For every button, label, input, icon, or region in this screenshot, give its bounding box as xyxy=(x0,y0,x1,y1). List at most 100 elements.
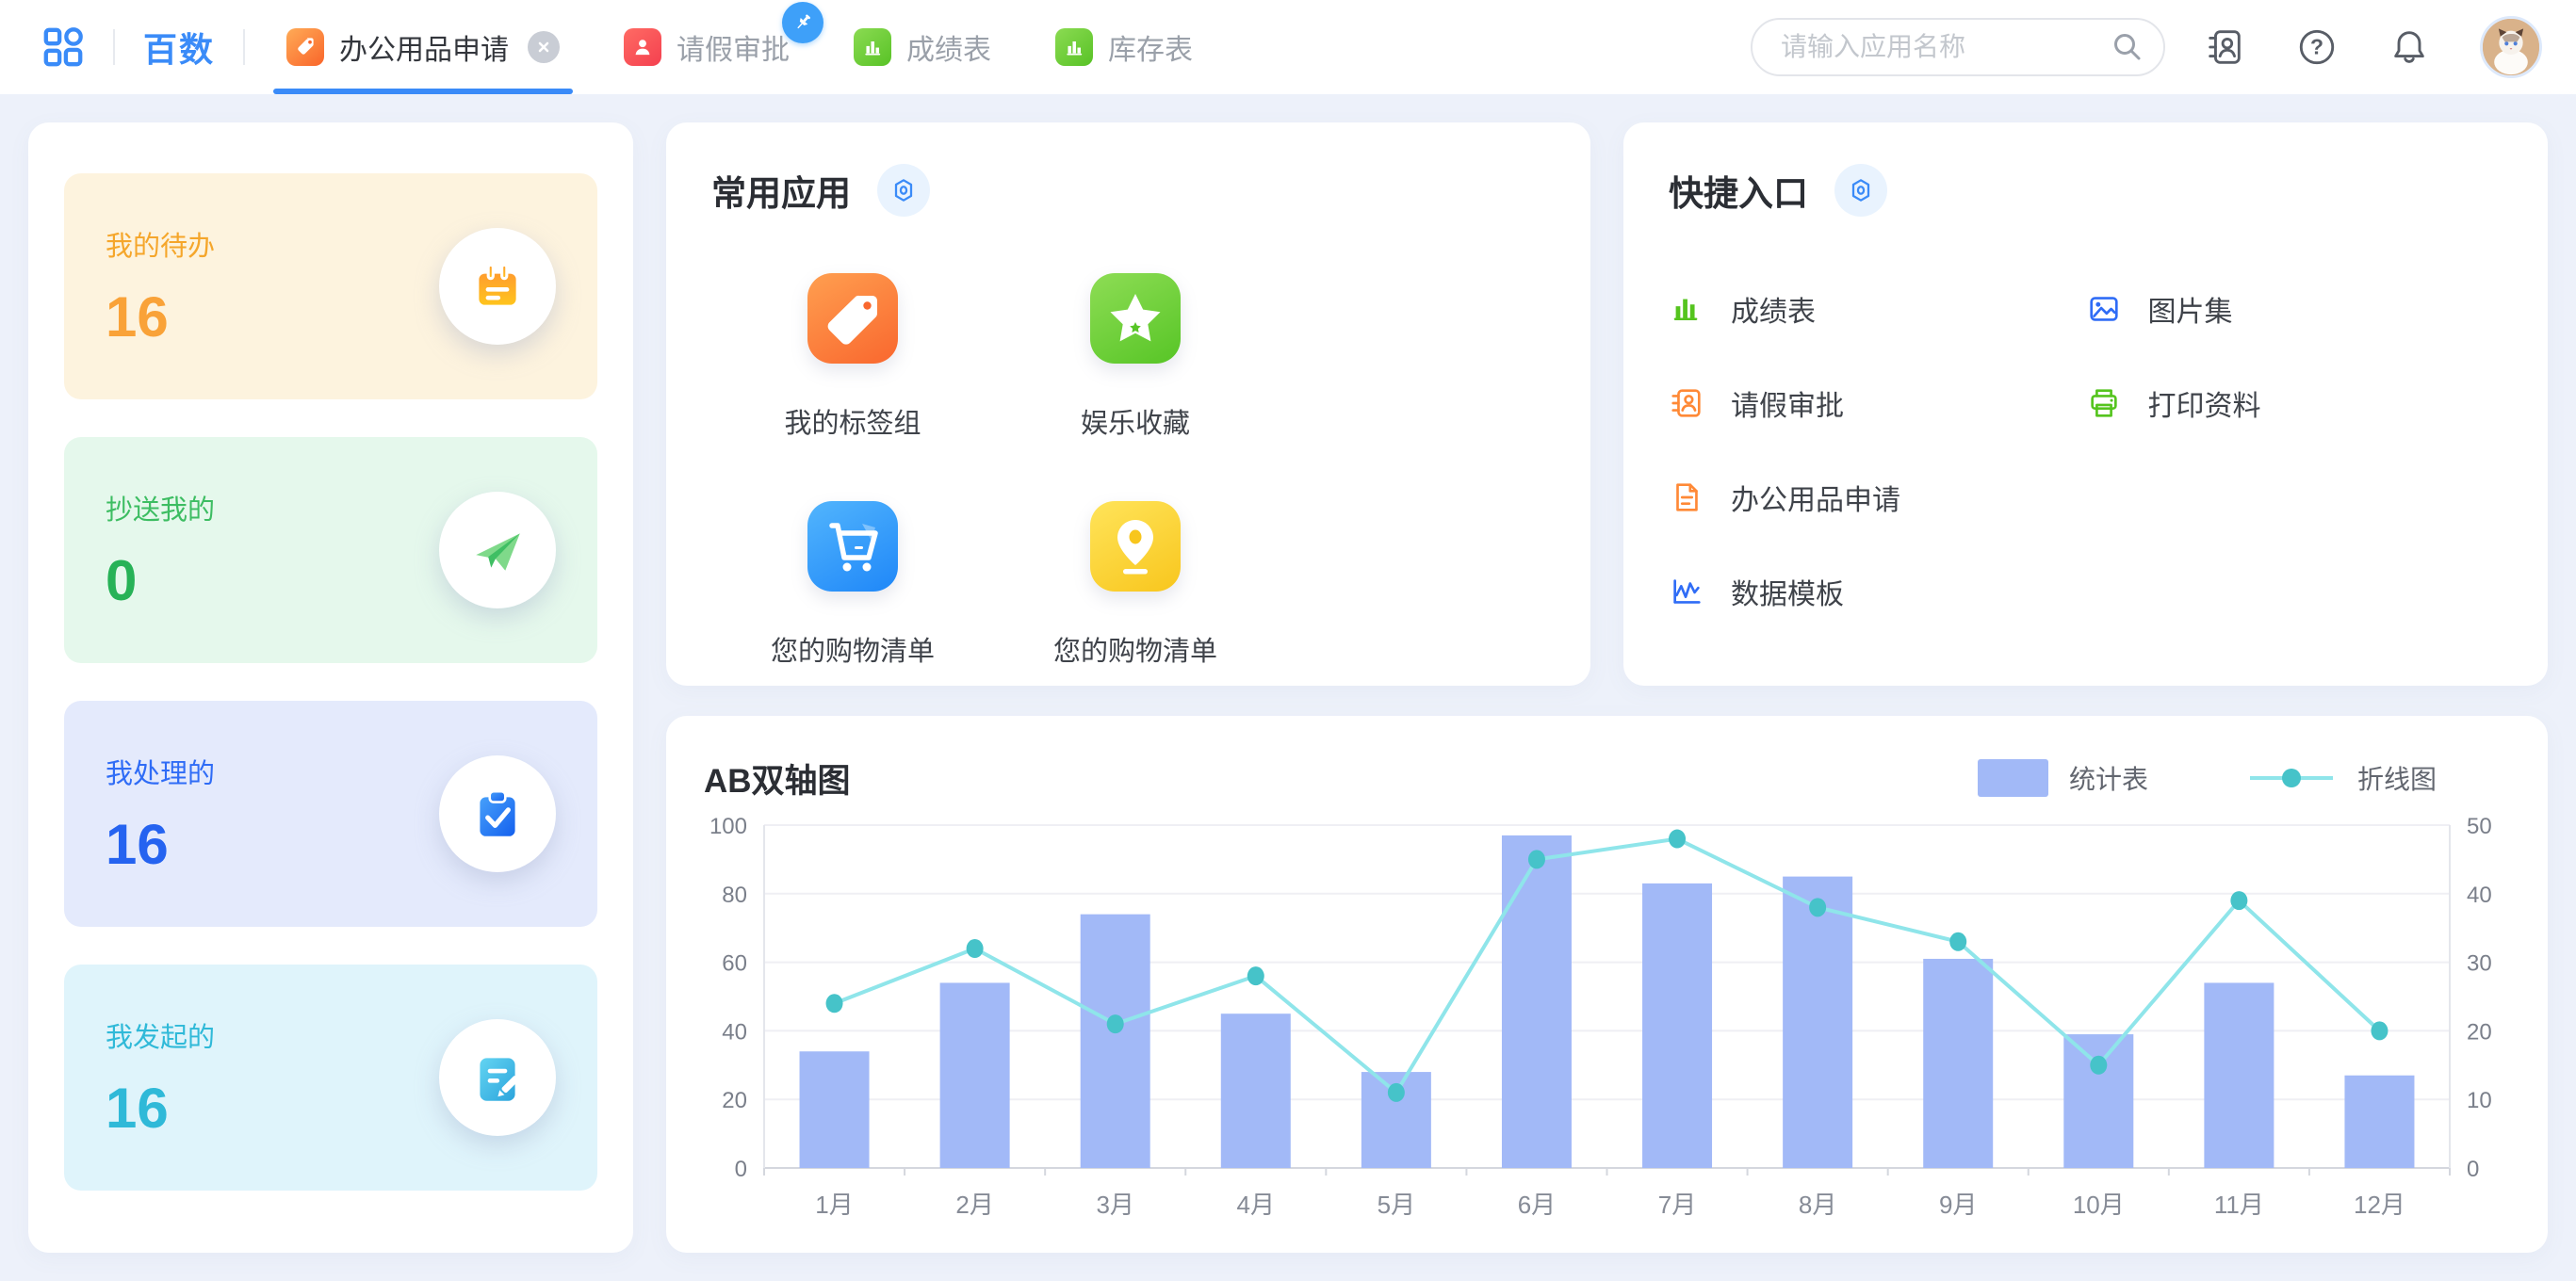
stat-label: 我发起的 xyxy=(106,1015,215,1055)
quick-entry-label: 打印资料 xyxy=(2148,382,2261,424)
quick-entry-label: 办公用品申请 xyxy=(1731,477,1900,518)
svg-text:3月: 3月 xyxy=(1096,1191,1133,1219)
quick-entry-image-gallery[interactable]: 图片集 xyxy=(2086,262,2503,356)
svg-text:10: 10 xyxy=(2467,1088,2492,1113)
stat-value: 16 xyxy=(106,812,215,877)
chart-legend: 统计表 折线图 xyxy=(1978,759,2437,797)
tag-icon xyxy=(807,273,898,364)
close-icon[interactable] xyxy=(528,31,560,63)
app-label: 您的购物清单 xyxy=(1053,629,1217,669)
app-entertainment-favorites[interactable]: 娱乐收藏 xyxy=(994,273,1277,441)
svg-text:9月: 9月 xyxy=(1939,1191,1977,1219)
notifications-bell-icon[interactable] xyxy=(2388,25,2431,69)
settings-gear-icon[interactable] xyxy=(1834,164,1887,217)
svg-text:8月: 8月 xyxy=(1799,1191,1836,1219)
quick-entry-column-left: 成绩表 请假审批 办公用品申请 数据模板 xyxy=(1669,262,2086,639)
stat-label: 我的待办 xyxy=(106,224,215,264)
quick-entry-header: 快捷入口 xyxy=(1669,164,2503,217)
quick-entry-label: 请假审批 xyxy=(1731,382,1844,424)
leave-approval-icon xyxy=(1669,385,1704,421)
common-apps-header: 常用应用 xyxy=(711,164,1545,217)
dual-axis-chart: 020406080100010203040501月2月3月4月5月6月7月8月9… xyxy=(704,808,2510,1234)
svg-text:20: 20 xyxy=(2467,1019,2492,1045)
tab-bar: 办公用品申请 请假审批 成绩表 库存表 xyxy=(273,0,1244,94)
legend-bar-series[interactable]: 统计表 xyxy=(1978,759,2148,797)
quick-entry-label: 图片集 xyxy=(2148,288,2233,330)
person-icon xyxy=(624,28,661,66)
svg-text:?: ? xyxy=(2310,35,2323,59)
chart-header: AB双轴图 统计表 折线图 xyxy=(704,748,2510,808)
quick-entry-label: 成绩表 xyxy=(1731,288,1816,330)
svg-text:6月: 6月 xyxy=(1518,1191,1556,1219)
app-label: 您的购物清单 xyxy=(771,629,935,669)
tag-icon xyxy=(286,28,324,66)
stat-text: 我发起的 16 xyxy=(106,1015,215,1141)
app-shopping-list-cart[interactable]: 您的购物清单 xyxy=(711,501,994,669)
bar-chart-icon xyxy=(854,28,891,66)
tab-score-sheet[interactable]: 成绩表 xyxy=(840,0,1004,94)
pulse-chart-icon xyxy=(1669,574,1704,609)
stat-card-my-todo[interactable]: 我的待办 16 xyxy=(64,173,597,399)
svg-text:60: 60 xyxy=(722,951,747,977)
brand-name: 百数 xyxy=(143,23,215,72)
quick-entry-print-materials[interactable]: 打印资料 xyxy=(2086,356,2503,450)
clipboard-check-icon xyxy=(439,755,556,872)
stat-card-initiated-by-me[interactable]: 我发起的 16 xyxy=(64,965,597,1191)
svg-text:2月: 2月 xyxy=(955,1191,993,1219)
app-grid-icon[interactable] xyxy=(41,25,85,69)
quick-entry-office-supplies[interactable]: 办公用品申请 xyxy=(1669,450,2086,544)
search-input[interactable] xyxy=(1751,18,2165,76)
topbar: 百数 办公用品申请 请假审批 成绩表 xyxy=(0,0,2576,94)
divider xyxy=(243,29,245,65)
contacts-icon[interactable] xyxy=(2203,25,2246,69)
section-title: 常用应用 xyxy=(711,165,851,216)
quick-entry-data-template[interactable]: 数据模板 xyxy=(1669,544,2086,639)
stat-value: 0 xyxy=(106,548,215,613)
app-my-tag-group[interactable]: 我的标签组 xyxy=(711,273,994,441)
section-title: 快捷入口 xyxy=(1669,165,1808,216)
svg-text:100: 100 xyxy=(709,814,747,839)
tab-leave-approval[interactable]: 请假审批 xyxy=(611,0,803,94)
svg-text:40: 40 xyxy=(2467,883,2492,908)
bar-chart-icon xyxy=(1055,28,1093,66)
divider xyxy=(113,29,115,65)
help-icon[interactable]: ? xyxy=(2295,25,2339,69)
tab-inventory-sheet[interactable]: 库存表 xyxy=(1042,0,1206,94)
legend-label: 统计表 xyxy=(2069,759,2148,797)
tab-label: 库存表 xyxy=(1108,26,1193,68)
stat-card-handled-by-me[interactable]: 我处理的 16 xyxy=(64,701,597,927)
quick-entry-label: 数据模板 xyxy=(1731,571,1844,612)
quick-entry-score-sheet[interactable]: 成绩表 xyxy=(1669,262,2086,356)
svg-text:0: 0 xyxy=(735,1157,747,1182)
quick-entry-list: 成绩表 请假审批 办公用品申请 数据模板 图片集 打印资料 xyxy=(1669,262,2503,639)
svg-text:1月: 1月 xyxy=(815,1191,853,1219)
svg-text:11月: 11月 xyxy=(2214,1191,2264,1219)
star-icon xyxy=(1090,273,1181,364)
tab-office-supplies[interactable]: 办公用品申请 xyxy=(273,0,573,94)
quick-entry-leave-approval[interactable]: 请假审批 xyxy=(1669,356,2086,450)
svg-text:10月: 10月 xyxy=(2073,1191,2125,1219)
svg-text:12月: 12月 xyxy=(2354,1191,2405,1219)
stat-label: 抄送我的 xyxy=(106,488,215,527)
settings-gear-icon[interactable] xyxy=(877,164,930,217)
user-avatar[interactable] xyxy=(2480,16,2542,78)
pin-icon xyxy=(782,2,823,43)
tab-label: 成绩表 xyxy=(906,26,991,68)
workflow-stats-panel: 我的待办 16 抄送我的 0 我处理的 16 我发起的 16 xyxy=(28,122,633,1253)
svg-text:4月: 4月 xyxy=(1237,1191,1275,1219)
memo-icon xyxy=(439,228,556,345)
stat-card-cc-to-me[interactable]: 抄送我的 0 xyxy=(64,437,597,663)
search-icon[interactable] xyxy=(2111,30,2144,64)
stat-text: 我处理的 16 xyxy=(106,752,215,877)
app-shopping-list-pin[interactable]: 您的购物清单 xyxy=(994,501,1277,669)
legend-line-series[interactable]: 折线图 xyxy=(2246,759,2437,797)
app-label: 我的标签组 xyxy=(784,401,921,441)
location-pin-icon xyxy=(1090,501,1181,592)
stat-text: 我的待办 16 xyxy=(106,224,215,349)
image-icon xyxy=(2086,291,2122,327)
svg-text:5月: 5月 xyxy=(1378,1191,1415,1219)
paper-plane-icon xyxy=(439,492,556,608)
app-label: 娱乐收藏 xyxy=(1081,401,1190,441)
note-pencil-icon xyxy=(439,1019,556,1136)
common-apps-panel: 常用应用 我的标签组 娱乐收藏 您的购物清单 您的购 xyxy=(666,122,1590,686)
